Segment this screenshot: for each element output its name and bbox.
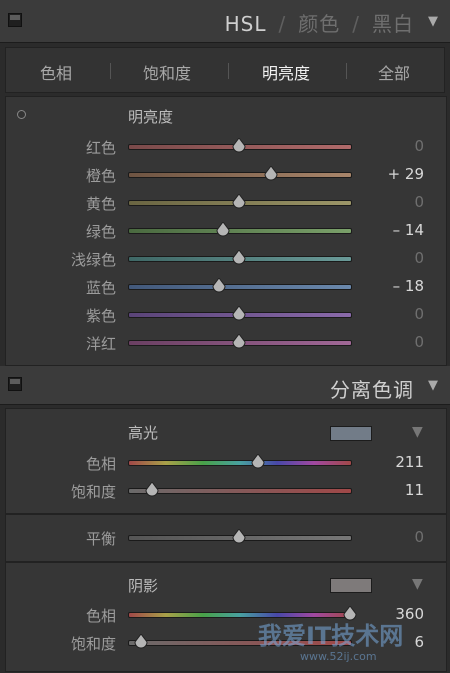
highlights-hue-label: 色相 (85, 455, 116, 473)
hsl-header-title: HSL / 颜色 / 黑白 (225, 8, 414, 37)
hsl-tab-color[interactable]: 颜色 (298, 12, 340, 36)
hsl-subtabs: 色相 饱和度 明亮度 全部 (5, 47, 445, 93)
target-adjust-icon[interactable] (17, 110, 26, 119)
highlights-color-swatch[interactable] (330, 426, 372, 441)
highlights-saturation-label: 饱和度 (70, 483, 116, 501)
luminance-heading: 明亮度 (128, 108, 174, 126)
balance-slider-thumb[interactable] (232, 528, 246, 545)
luminance-row-5-slider-track[interactable] (128, 284, 352, 290)
tab-saturation[interactable]: 饱和度 (127, 60, 207, 84)
luminance-row-7-label: 洋红 (85, 335, 116, 353)
tab-all[interactable]: 全部 (354, 60, 434, 84)
luminance-row-5-slider-thumb[interactable] (212, 277, 226, 294)
highlights-hue-slider-track[interactable] (128, 460, 352, 466)
header-separator: / (352, 12, 360, 36)
header-separator: / (278, 12, 287, 36)
shadows-hue-label: 色相 (85, 607, 116, 625)
luminance-row-3-slider-thumb[interactable] (216, 221, 230, 238)
luminance-row-3-label: 绿色 (85, 223, 116, 241)
tab-divider (228, 63, 229, 79)
luminance-row-1-slider-track[interactable] (128, 172, 352, 178)
tab-divider (110, 63, 111, 79)
luminance-row-6-label: 紫色 (85, 307, 116, 325)
collapse-triangle-icon[interactable]: ▼ (428, 14, 438, 29)
watermark-text: 我爱IT技术网 (258, 622, 404, 650)
split-toning-header[interactable]: 分离色调 ▼ (0, 366, 450, 405)
shadows-label: 阴影 (128, 577, 159, 595)
luminance-row-5-label: 蓝色 (85, 279, 116, 297)
shadows-picker-triangle-icon[interactable]: ▼ (412, 576, 423, 592)
collapse-triangle-icon[interactable]: ▼ (428, 378, 438, 393)
luminance-row-6-slider-thumb[interactable] (232, 305, 246, 322)
luminance-row-5-value[interactable]: – 18 (374, 277, 424, 295)
hsl-tab-bw[interactable]: 黑白 (372, 12, 414, 36)
tab-divider (346, 63, 347, 79)
balance-label: 平衡 (85, 530, 116, 548)
shadows-saturation-slider-thumb[interactable] (134, 633, 148, 650)
highlights-saturation-value[interactable]: 11 (374, 481, 424, 499)
luminance-row-7-slider-thumb[interactable] (232, 333, 246, 350)
tab-hue[interactable]: 色相 (16, 60, 96, 84)
balance-value[interactable]: 0 (374, 528, 424, 546)
highlights-saturation-slider-thumb[interactable] (145, 481, 159, 498)
luminance-row-4-label: 浅绿色 (70, 251, 116, 269)
luminance-row-1-value[interactable]: + 29 (374, 165, 424, 183)
luminance-row-1-label: 橙色 (85, 167, 116, 185)
highlights-label: 高光 (128, 424, 159, 442)
luminance-row-0-label: 红色 (85, 139, 116, 157)
luminance-row-1-slider-thumb[interactable] (264, 165, 278, 182)
luminance-row-3-slider-track[interactable] (128, 228, 352, 234)
highlights-saturation-slider-track[interactable] (128, 488, 352, 494)
luminance-row-7-value[interactable]: 0 (374, 333, 424, 351)
luminance-row-2-value[interactable]: 0 (374, 193, 424, 211)
shadows-saturation-label: 饱和度 (70, 635, 116, 653)
luminance-row-0-slider-thumb[interactable] (232, 137, 246, 154)
hsl-tab-hsl[interactable]: HSL (225, 12, 267, 36)
luminance-row-2-label: 黄色 (85, 195, 116, 213)
luminance-row-4-slider-thumb[interactable] (232, 249, 246, 266)
luminance-row-0-value[interactable]: 0 (374, 137, 424, 155)
shadows-color-swatch[interactable] (330, 578, 372, 593)
highlights-hue-value[interactable]: 211 (374, 453, 424, 471)
highlights-hue-slider-thumb[interactable] (251, 453, 265, 470)
panel-toggle-icon[interactable] (8, 13, 22, 27)
watermark-url: www.52ij.com (300, 650, 377, 663)
tab-luminance[interactable]: 明亮度 (246, 60, 326, 84)
highlights-picker-triangle-icon[interactable]: ▼ (412, 424, 423, 440)
panel-toggle-icon[interactable] (8, 377, 22, 391)
split-toning-title: 分离色调 (330, 378, 414, 402)
luminance-row-2-slider-thumb[interactable] (232, 193, 246, 210)
luminance-row-4-value[interactable]: 0 (374, 249, 424, 267)
luminance-row-3-value[interactable]: – 14 (374, 221, 424, 239)
hsl-panel-header[interactable]: HSL / 颜色 / 黑白 ▼ (0, 0, 450, 43)
luminance-row-6-value[interactable]: 0 (374, 305, 424, 323)
